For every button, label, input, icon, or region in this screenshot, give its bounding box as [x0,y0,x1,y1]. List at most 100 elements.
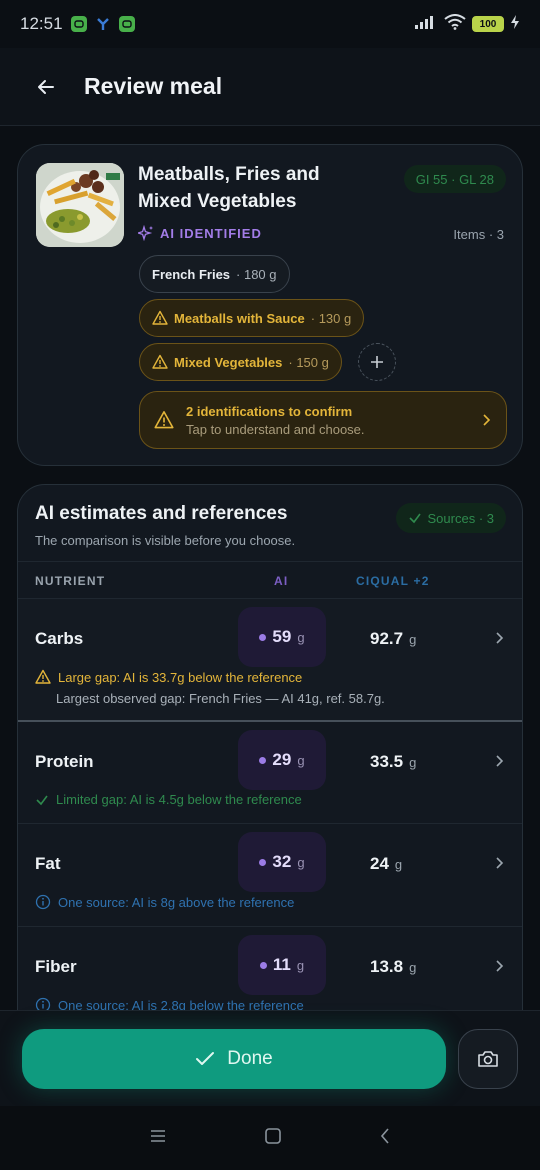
app-notification-icon [70,16,87,32]
food-item-chip[interactable]: Mixed Vegetables · 150 g [139,343,342,381]
ai-dot-icon [259,633,267,641]
nutrient-name: Protein [35,752,94,771]
app-bar: Review meal [0,48,540,126]
glycemic-badge: GI 55 · GL 28 [403,165,506,193]
food-item-chip[interactable]: French Fries · 180 g [139,255,290,293]
chevron-left-icon [381,1127,389,1144]
gap-note: Limited gap: AI is 4.5g below the refere… [35,792,302,807]
nutrient-row-fiber[interactable]: Fiber 11 g 13.8 g One source: AI is 2.8g… [18,927,522,1010]
warning-icon [35,669,51,684]
header-reference[interactable]: CIQUAL +2 [356,574,430,588]
ai-identified-label: AI IDENTIFIED [138,225,262,241]
camera-button[interactable] [458,1029,518,1089]
estimates-title: AI estimates and references [35,503,288,524]
check-icon [36,795,48,805]
system-back-button[interactable] [379,1127,391,1150]
ai-value: 32 [272,852,292,871]
nutrient-row-carbs[interactable]: Carbs 59 g 92.7 g Large gap: AI is 33.7g… [18,599,522,722]
ref-value: 33.5 [370,752,404,771]
nutrient-name: Fat [35,854,61,873]
camera-icon [478,1051,498,1067]
warning-icon [154,411,174,429]
wifi-icon [444,13,466,35]
food-item-name: Meatballs with Sauce [174,310,305,326]
sources-badge[interactable]: Sources · 3 [395,503,506,533]
signal-icon [414,14,438,35]
system-nav-bar [0,1106,540,1170]
gap-note: Large gap: AI is 33.7g below the referen… [35,669,302,685]
gap-note: One source: AI is 2.8g below the referen… [35,997,304,1010]
arrow-left-icon [38,79,54,94]
nutrient-row-fat[interactable]: Fat 32 g 24 g One source: AI is 8g above… [18,824,522,927]
ai-identified-text: AI IDENTIFIED [160,225,262,241]
done-label: Done [227,1048,273,1069]
ref-value: 92.7 [370,629,404,648]
reference-value: 13.8 g [370,957,416,977]
ai-unit: g [297,629,305,645]
ai-unit: g [297,854,305,870]
warning-icon [152,354,168,369]
gap-detail: Largest observed gap: French Fries — AI … [56,691,385,706]
estimates-card: AI estimates and references The comparis… [17,484,523,1010]
sources-text: Sources · 3 [427,510,494,526]
ref-unit: g [394,857,403,872]
meal-photo[interactable] [36,163,124,247]
gap-note: One source: AI is 8g above the reference [35,894,294,910]
food-item-qty: · 150 g [288,354,329,370]
confirm-identifications-banner[interactable]: 2 identifications to confirm Tap to unde… [139,391,507,449]
gap-note-text: Limited gap: AI is 4.5g below the refere… [56,792,302,807]
reference-value: 33.5 g [370,752,416,772]
app-notification-icon [95,16,111,32]
food-item-name: French Fries [152,266,231,282]
check-icon [196,1052,215,1065]
ref-value: 13.8 [370,957,404,976]
ai-value-pill: 11 g [238,935,326,995]
home-button[interactable] [264,1127,282,1150]
status-time: 12:51 [20,14,63,33]
chevron-right-icon [494,629,504,650]
gap-note-text: One source: AI is 8g above the reference [58,894,295,910]
food-item-name: Mixed Vegetables [174,354,283,370]
header-ai: AI [274,574,289,588]
food-item-qty: · 130 g [310,310,352,326]
confirm-subtitle: Tap to understand and choose. [186,421,365,437]
estimates-subtitle: The comparison is visible before you cho… [35,533,296,548]
ai-value: 59 [272,627,292,646]
meal-card: Meatballs, Fries and Mixed Vegetables GI… [17,144,523,466]
nutrient-row-protein[interactable]: Protein 29 g 33.5 g Limited gap: AI is 4… [18,722,522,824]
gap-note-text: One source: AI is 2.8g below the referen… [58,997,304,1011]
ai-unit: g [296,957,305,973]
ai-value: 29 [272,750,292,769]
ai-value-pill: 32 g [238,832,326,892]
chevron-right-icon [494,752,504,773]
ref-unit: g [409,755,417,770]
ref-unit: g [409,960,417,975]
ai-dot-icon [259,756,267,764]
plus-icon [371,356,383,368]
ai-dot-icon [259,858,267,866]
chevron-right-icon [483,414,491,426]
food-item-qty: · 180 g [236,266,277,282]
reference-value: 92.7 g [370,629,416,649]
nutrient-name: Carbs [35,629,84,648]
reference-value: 24 g [370,854,402,874]
ref-value: 24 [370,854,389,873]
food-item-chip[interactable]: Meatballs with Sauce · 130 g [139,299,365,337]
bottom-action-bar: Done [0,1010,540,1106]
ai-dot-icon [259,961,267,969]
menu-icon [150,1129,165,1142]
chevron-right-icon [494,957,504,978]
app-notification-icon [118,16,135,32]
done-button[interactable]: Done [22,1029,446,1089]
chevron-right-icon [494,854,504,875]
warning-icon [152,310,168,325]
ai-value-pill: 29 g [238,730,326,790]
main-content[interactable]: Meatballs, Fries and Mixed Vegetables GI… [0,126,540,1010]
info-icon [35,894,51,910]
add-item-button[interactable] [358,343,396,381]
home-square-icon [265,1127,281,1144]
nutrient-name: Fiber [35,957,77,976]
ai-value: 11 [272,955,291,974]
back-button[interactable] [26,67,66,107]
recents-button[interactable] [149,1128,167,1149]
